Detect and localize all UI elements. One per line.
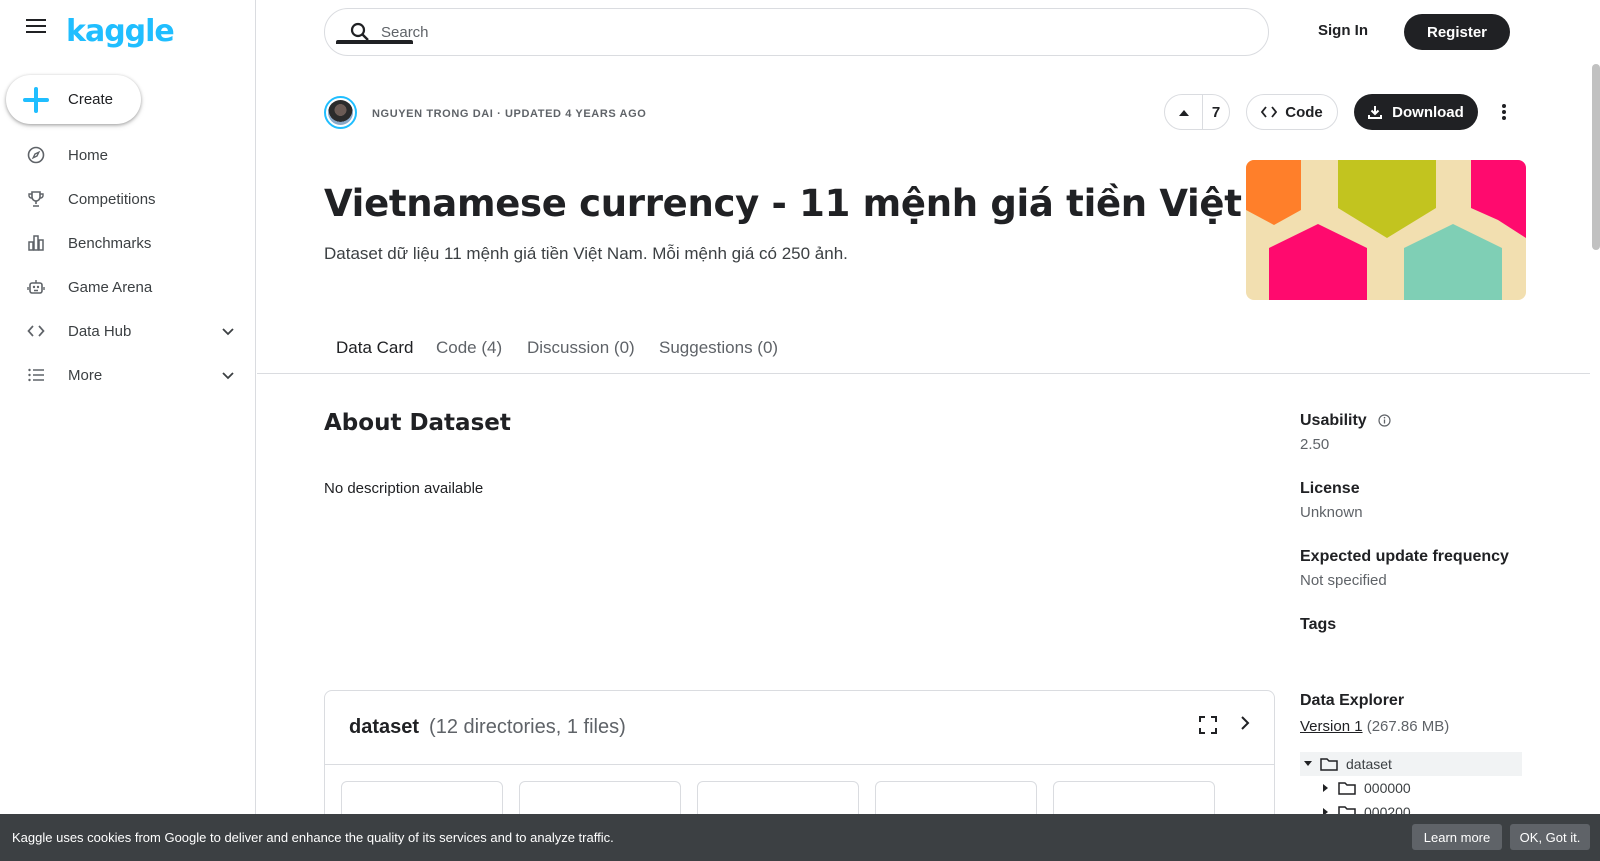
- robot-icon: [26, 277, 46, 297]
- license-label: License: [1300, 480, 1360, 497]
- tree-item-label: 000000: [1364, 780, 1411, 796]
- create-label: Create: [68, 91, 114, 108]
- tree-item-dataset[interactable]: dataset: [1300, 752, 1522, 776]
- caret-up-icon: [1178, 103, 1189, 121]
- folder-icon: [1320, 757, 1338, 771]
- chevron-down-icon[interactable]: [222, 323, 234, 341]
- sidebar-item-label: Competitions: [68, 190, 156, 208]
- about-description: No description available: [324, 480, 484, 497]
- about-heading: About Dataset: [324, 410, 511, 436]
- kaggle-logo[interactable]: kaggle: [66, 14, 175, 49]
- explorer-folder-count: (12 directories, 1 files): [429, 716, 626, 738]
- plus-icon: [22, 86, 50, 114]
- upvote-widget: 7: [1164, 94, 1230, 130]
- tree-item-label: dataset: [1346, 756, 1392, 772]
- download-button[interactable]: Download: [1354, 94, 1478, 130]
- sidebar-item-label: Game Arena: [68, 278, 153, 296]
- license-value: Unknown: [1300, 504, 1363, 521]
- register-button[interactable]: Register: [1404, 14, 1510, 50]
- sidebar: kaggle Create Home Competitions Benchmar…: [0, 0, 256, 861]
- chevron-down-icon[interactable]: [222, 367, 234, 385]
- sign-in-button[interactable]: Sign In: [1318, 22, 1368, 39]
- ok-got-it-button[interactable]: OK, Got it.: [1510, 824, 1590, 850]
- dataset-subtitle: Dataset dữ liệu 11 mệnh giá tiền Việt Na…: [324, 244, 848, 263]
- data-explorer-panel: dataset (12 directories, 1 files): [324, 690, 1275, 830]
- code-button[interactable]: Code: [1246, 94, 1338, 130]
- fullscreen-icon[interactable]: [1198, 715, 1218, 740]
- dataset-meta: NGUYEN TRONG DAI · UPDATED 4 YEARS AGO: [372, 108, 647, 120]
- bar-chart-icon: [26, 233, 46, 253]
- sidebar-item-label: Home: [68, 146, 109, 164]
- cookie-banner: Kaggle uses cookies from Google to deliv…: [0, 814, 1600, 861]
- code-icon: [26, 321, 46, 341]
- dataset-title: Vietnamese currency - 11 mệnh giá tiền V…: [324, 182, 1348, 225]
- caret-right-icon[interactable]: [1318, 784, 1334, 792]
- tags-label: Tags: [1300, 616, 1337, 633]
- sidebar-item-data-hub[interactable]: Data Hub: [0, 309, 256, 353]
- sidebar-item-label: More: [68, 366, 103, 384]
- cookie-message: Kaggle uses cookies from Google to deliv…: [12, 830, 614, 845]
- sidebar-item-label: Benchmarks: [68, 234, 152, 252]
- sidebar-item-more[interactable]: More: [0, 353, 256, 397]
- tab-code[interactable]: Code (4): [436, 338, 502, 358]
- update-frequency-label: Expected update frequency: [1300, 548, 1509, 565]
- compass-icon: [26, 145, 46, 165]
- dataset-tabs: Data Card Code (4) Discussion (0) Sugges…: [257, 328, 1590, 374]
- trophy-icon: [26, 189, 46, 209]
- download-icon: [1368, 105, 1383, 119]
- learn-more-button[interactable]: Learn more: [1412, 824, 1502, 850]
- chevron-right-icon[interactable]: [1240, 715, 1250, 736]
- tab-discussion[interactable]: Discussion (0): [527, 338, 635, 358]
- dataset-banner-image: [1246, 160, 1526, 300]
- tab-suggestions[interactable]: Suggestions (0): [659, 338, 778, 358]
- sidebar-item-benchmarks[interactable]: Benchmarks: [0, 221, 256, 265]
- sidebar-item-home[interactable]: Home: [0, 133, 256, 177]
- code-icon: [1261, 106, 1278, 118]
- active-tab-indicator: [336, 40, 413, 44]
- code-button-label: Code: [1285, 103, 1323, 121]
- more-vert-icon[interactable]: [1492, 98, 1516, 126]
- version-link[interactable]: Version 1: [1300, 718, 1363, 735]
- sidebar-item-label: Data Hub: [68, 322, 132, 340]
- folder-icon: [1338, 781, 1356, 795]
- data-explorer-label: Data Explorer: [1300, 692, 1405, 709]
- scrollbar[interactable]: [1592, 64, 1600, 250]
- create-button[interactable]: Create: [6, 75, 141, 124]
- download-button-label: Download: [1392, 103, 1464, 121]
- version-info: Version 1 (267.86 MB): [1300, 718, 1449, 735]
- menu-icon[interactable]: [24, 14, 48, 38]
- version-size: (267.86 MB): [1366, 718, 1450, 735]
- search-input[interactable]: [381, 23, 1181, 41]
- sidebar-item-game-arena[interactable]: Game Arena: [0, 265, 256, 309]
- upvote-count: 7: [1211, 103, 1221, 121]
- list-icon: [26, 365, 46, 385]
- update-frequency-value: Not specified: [1300, 572, 1387, 589]
- upvote-button[interactable]: [1165, 95, 1203, 129]
- tree-item-000000[interactable]: 000000: [1300, 776, 1522, 800]
- caret-down-icon[interactable]: [1300, 761, 1316, 767]
- sidebar-item-competitions[interactable]: Competitions: [0, 177, 256, 221]
- usability-value: 2.50: [1300, 436, 1330, 453]
- sidebar-nav: Home Competitions Benchmarks Game Arena …: [0, 133, 256, 397]
- tab-data-card[interactable]: Data Card: [336, 338, 413, 358]
- search-bar[interactable]: [324, 8, 1269, 56]
- avatar[interactable]: [324, 96, 357, 129]
- explorer-folder-name: dataset: [349, 716, 420, 738]
- usability-label: Usability: [1300, 412, 1367, 429]
- info-icon[interactable]: [1378, 414, 1391, 432]
